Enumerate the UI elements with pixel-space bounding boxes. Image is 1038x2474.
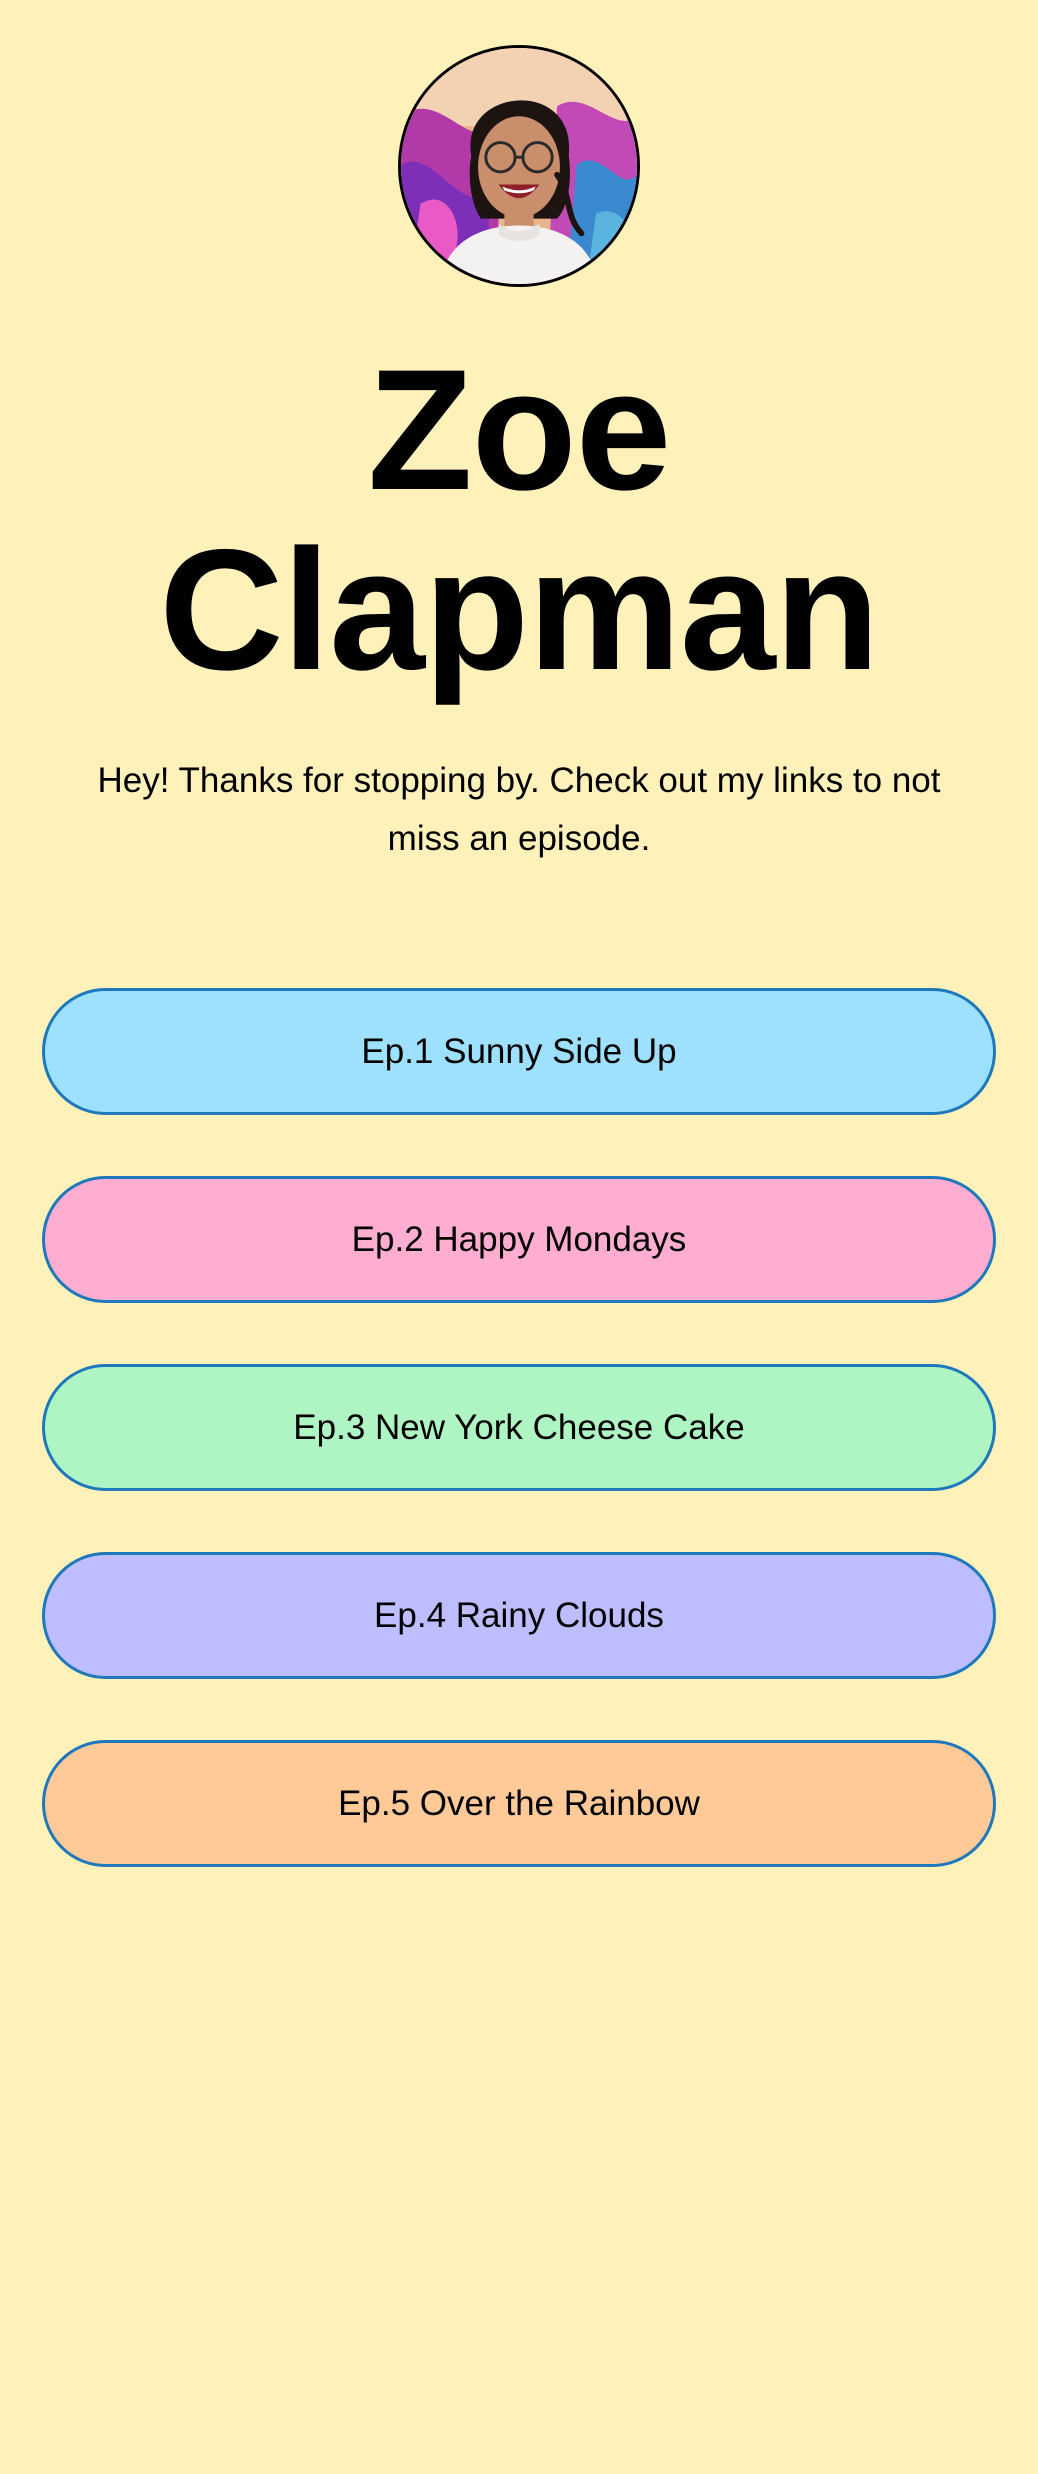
link-list: Ep.1 Sunny Side Up Ep.2 Happy Mondays Ep… [42,988,996,1928]
avatar [398,45,640,287]
episode-link-3[interactable]: Ep.3 New York Cheese Cake [42,1364,996,1491]
profile-photo-icon [401,48,637,284]
profile-name: Zoe Clapman [0,340,1038,700]
profile-name-line1: Zoe [367,334,672,526]
link-page: Zoe Clapman Hey! Thanks for stopping by.… [0,0,1038,2474]
episode-link-2[interactable]: Ep.2 Happy Mondays [42,1176,996,1303]
episode-link-5[interactable]: Ep.5 Over the Rainbow [42,1740,996,1867]
profile-bio: Hey! Thanks for stopping by. Check out m… [97,761,941,858]
episode-link-1[interactable]: Ep.1 Sunny Side Up [42,988,996,1115]
profile-name-line2: Clapman [159,514,879,706]
episode-link-4[interactable]: Ep.4 Rainy Clouds [42,1552,996,1679]
